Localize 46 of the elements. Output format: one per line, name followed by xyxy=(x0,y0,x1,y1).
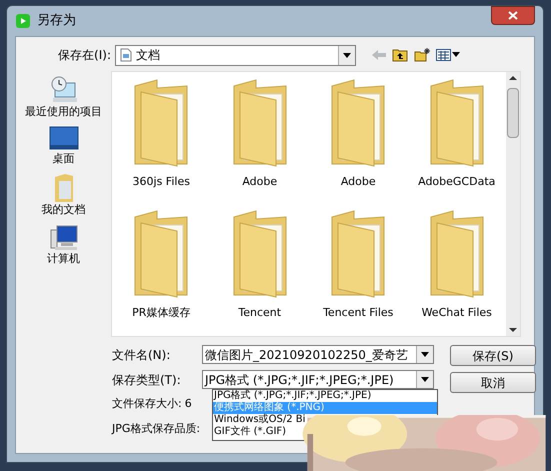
places-item[interactable]: 计算机 xyxy=(18,224,108,265)
list-option[interactable]: Windows或OS/2 Bi xyxy=(213,414,306,426)
folder-item[interactable]: PR媒体缓存 xyxy=(112,209,210,336)
jpg-quality-label: JPG格式保存品质: xyxy=(112,421,200,438)
folder-item[interactable]: Adobe xyxy=(210,78,309,205)
file-type-combo[interactable]: JPG格式 (*.JPG;*.JIF;*.JPEG;*.JPE) xyxy=(202,370,434,389)
folder-item[interactable]: AdobeGCData xyxy=(408,78,506,205)
folder-item[interactable]: Adobe xyxy=(309,78,408,205)
caret-icon xyxy=(343,52,351,58)
places-item[interactable]: 我的文档 xyxy=(18,173,108,216)
dropdown-button[interactable] xyxy=(338,46,355,64)
save-in-combo[interactable]: 文档 xyxy=(115,44,356,66)
computer-icon xyxy=(48,224,78,252)
scrollbar[interactable] xyxy=(506,72,520,336)
file-name-field[interactable]: 微信图片_20210920102250_爱奇艺 xyxy=(202,345,434,364)
window-title: 另存为 xyxy=(37,12,76,30)
folder-item[interactable]: 360js Files xyxy=(112,78,210,205)
file-size-value: 6 xyxy=(184,396,192,412)
scroll-thumb[interactable] xyxy=(507,88,519,138)
view-menu-icon[interactable] xyxy=(436,49,460,61)
folder-icon xyxy=(52,173,74,203)
file-name-label: 文件名(N): xyxy=(112,346,172,364)
folder-up-icon[interactable] xyxy=(392,48,408,62)
dialog-button[interactable]: 保存(S) xyxy=(450,345,536,366)
close-button[interactable] xyxy=(491,6,535,25)
save-in-label: 保存在(I): xyxy=(57,47,112,64)
dropdown-button[interactable] xyxy=(416,371,433,388)
close-icon xyxy=(508,11,518,20)
places-item[interactable]: 桌面 xyxy=(18,126,108,165)
file-size-label: 文件保存大小: xyxy=(112,396,182,412)
places-item[interactable]: 最近使用的项目 xyxy=(18,75,108,118)
list-option[interactable]: JPG格式 (*.JPG;*.JIF;*.JPEG;*.JPE) xyxy=(213,390,372,402)
folder-item[interactable]: Tencent Files xyxy=(309,209,408,336)
dropdown-button[interactable] xyxy=(416,346,433,363)
app-icon xyxy=(15,13,31,29)
document-icon xyxy=(120,48,132,62)
folder-item[interactable]: Tencent xyxy=(210,209,309,336)
list-option[interactable]: GIF文件 (*.GIF) xyxy=(213,426,288,438)
desktop-icon xyxy=(48,126,78,152)
folder-item[interactable]: WeChat Files xyxy=(408,209,506,336)
dialog-button[interactable]: 取消 xyxy=(450,372,536,393)
new-folder-icon[interactable] xyxy=(414,48,430,62)
file-type-label: 保存类型(T): xyxy=(112,372,182,388)
clock-monitor-icon xyxy=(48,75,78,105)
caret-icon xyxy=(421,352,429,357)
caret-icon xyxy=(421,377,429,382)
